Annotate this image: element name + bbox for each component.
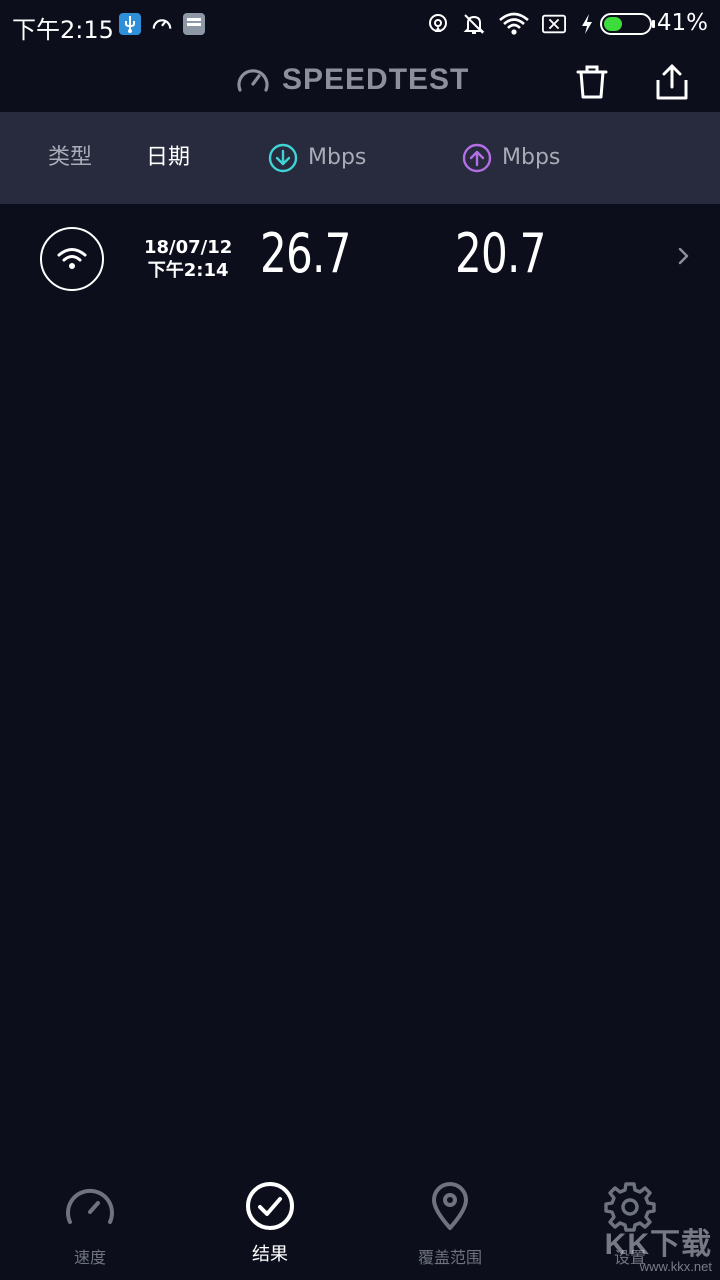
download-arrow-icon	[268, 143, 298, 173]
share-icon	[656, 64, 688, 100]
sort-by-upload[interactable]: Mbps	[462, 143, 560, 173]
battery-percent: 41%	[656, 10, 708, 36]
upload-speed-value: 20.7	[455, 222, 546, 285]
upload-arrow-icon	[462, 143, 492, 173]
result-datetime: 18/07/12 下午2:14	[144, 236, 232, 282]
result-date: 18/07/12	[144, 237, 233, 258]
nav-speed[interactable]: 速度	[0, 1170, 180, 1280]
watermark-logo: KK下载	[604, 1228, 712, 1261]
watermark-url: www.kkx.net	[639, 1259, 712, 1274]
nav-results[interactable]: 结果	[180, 1170, 360, 1280]
chevron-right-icon	[678, 247, 689, 265]
connection-type-badge	[40, 227, 104, 291]
nav-coverage[interactable]: 覆盖范围	[360, 1170, 540, 1280]
logo-text: SPEEDTEST	[282, 63, 470, 96]
download-unit-label: Mbps	[308, 145, 367, 170]
sim-x-icon	[542, 12, 566, 36]
sort-by-date[interactable]: 日期	[146, 143, 190, 173]
hotspot-icon	[426, 12, 450, 36]
sort-by-download[interactable]: Mbps	[268, 143, 366, 173]
wifi-icon	[57, 248, 87, 269]
site-watermark: KK下载 www.kkx.net	[605, 1230, 712, 1274]
check-circle-icon	[244, 1180, 296, 1232]
speedtest-results-screen: 下午2:15 41% SPEEDTEST 类型 日期 Mbps Mbps 18/…	[0, 0, 720, 1280]
result-row[interactable]: 18/07/12 下午2:14 26.7 20.7	[0, 206, 720, 310]
upload-unit-label: Mbps	[502, 145, 561, 170]
battery-icon	[600, 12, 656, 36]
sort-by-type[interactable]: 类型	[48, 143, 92, 173]
speedtest-logo-icon	[237, 69, 269, 92]
status-bar: 下午2:15 41%	[0, 0, 720, 50]
share-button[interactable]	[650, 60, 694, 104]
delete-button[interactable]	[570, 60, 614, 104]
speedometer-icon	[150, 12, 174, 36]
usb-debug-icon	[118, 12, 142, 36]
wifi-icon	[498, 12, 530, 36]
speedometer-icon	[64, 1180, 116, 1232]
results-column-header: 类型 日期 Mbps Mbps	[0, 112, 720, 204]
app-header: SPEEDTEST	[0, 50, 720, 112]
status-time: 下午2:15	[12, 16, 114, 44]
speedtest-logo: SPEEDTEST	[236, 60, 469, 100]
map-pin-icon	[424, 1180, 476, 1232]
bell-off-icon	[462, 12, 486, 36]
trash-icon	[576, 65, 608, 99]
gear-icon	[604, 1180, 656, 1232]
notes-icon	[182, 12, 206, 36]
download-speed-value: 26.7	[260, 222, 351, 285]
result-time: 下午2:14	[147, 260, 229, 281]
charging-bolt-icon	[578, 12, 596, 36]
nav-results-label: 结果	[252, 1244, 288, 1265]
nav-coverage-label: 覆盖范围	[417, 1248, 482, 1267]
nav-speed-label: 速度	[73, 1248, 106, 1267]
